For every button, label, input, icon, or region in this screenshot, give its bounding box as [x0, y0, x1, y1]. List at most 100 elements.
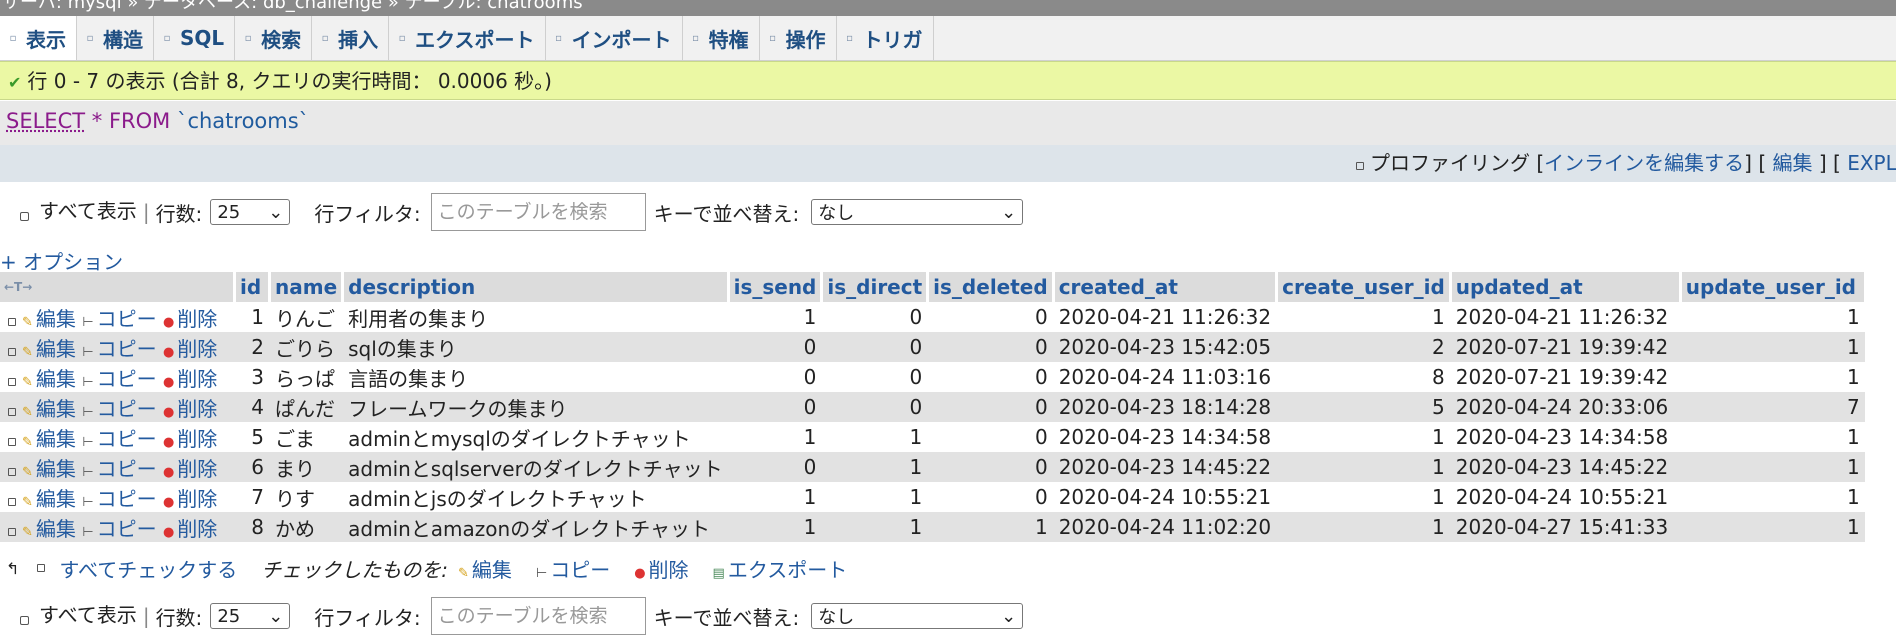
- row-checkbox[interactable]: [8, 407, 16, 416]
- profiling-checkbox[interactable]: [1356, 162, 1364, 170]
- row-copy-button[interactable]: ⊢ コピー: [82, 427, 156, 451]
- cell-create-user-id[interactable]: 1: [1276, 452, 1451, 482]
- cell-updated-at[interactable]: 2020-07-21 19:39:42: [1450, 332, 1681, 362]
- cell-description[interactable]: adminとamazonのダイレクトチャット: [342, 512, 729, 542]
- cell-id[interactable]: 3: [234, 362, 270, 392]
- cell-name[interactable]: かめ: [269, 512, 343, 542]
- cell-update-user-id[interactable]: 7: [1680, 392, 1866, 422]
- cell-updated-at[interactable]: 2020-04-23 14:45:22: [1450, 452, 1681, 482]
- row-delete-button[interactable]: ● 削除: [163, 397, 217, 421]
- cell-description[interactable]: フレームワークの集まり: [342, 392, 729, 422]
- column-header-description[interactable]: description: [342, 272, 730, 302]
- cell-is-send[interactable]: 1: [728, 512, 822, 542]
- cell-is-deleted[interactable]: 0: [927, 482, 1054, 512]
- column-header-create-user-id[interactable]: create_user_id: [1276, 272, 1452, 302]
- cell-description[interactable]: adminとmysqlのダイレクトチャット: [342, 422, 729, 452]
- row-edit-button[interactable]: ✎ 編集: [22, 517, 76, 541]
- cell-is-send[interactable]: 1: [728, 302, 822, 332]
- cell-updated-at[interactable]: 2020-04-23 14:34:58: [1450, 422, 1681, 452]
- column-header-is-deleted[interactable]: is_deleted: [927, 272, 1055, 302]
- row-edit-button[interactable]: ✎ 編集: [22, 427, 76, 451]
- cell-update-user-id[interactable]: 1: [1680, 302, 1866, 332]
- row-checkbox[interactable]: [8, 377, 16, 386]
- rows-per-page-select[interactable]: 25 ⌄: [210, 603, 291, 629]
- tab-operations[interactable]: ▫ 操作: [760, 16, 837, 60]
- cell-name[interactable]: ごま: [269, 422, 343, 452]
- cell-is-send[interactable]: 1: [728, 422, 822, 452]
- cell-description[interactable]: 言語の集まり: [342, 362, 729, 392]
- row-checkbox[interactable]: [8, 497, 16, 506]
- column-header-is-direct[interactable]: is_direct: [821, 272, 930, 302]
- row-copy-button[interactable]: ⊢ コピー: [82, 457, 156, 481]
- column-header-name[interactable]: name: [269, 272, 345, 302]
- row-delete-button[interactable]: ● 削除: [163, 367, 217, 391]
- cell-is-send[interactable]: 0: [728, 392, 822, 422]
- cell-description[interactable]: sqlの集まり: [342, 332, 729, 362]
- show-all-checkbox[interactable]: [20, 211, 29, 221]
- cell-is-send[interactable]: 0: [728, 362, 822, 392]
- cell-create-user-id[interactable]: 5: [1276, 392, 1451, 422]
- column-header-id[interactable]: id: [234, 272, 271, 302]
- sort-key-select[interactable]: なし ⌄: [811, 603, 1024, 629]
- cell-create-user-id[interactable]: 1: [1276, 512, 1451, 542]
- cell-is-deleted[interactable]: 0: [927, 422, 1054, 452]
- cell-update-user-id[interactable]: 1: [1680, 332, 1866, 362]
- cell-is-deleted[interactable]: 0: [927, 452, 1054, 482]
- cell-is-direct[interactable]: 1: [821, 422, 928, 452]
- cell-name[interactable]: りす: [269, 482, 343, 512]
- cell-is-direct[interactable]: 0: [821, 332, 928, 362]
- cell-updated-at[interactable]: 2020-04-27 15:41:33: [1450, 512, 1681, 542]
- row-edit-button[interactable]: ✎ 編集: [22, 457, 76, 481]
- cell-created-at[interactable]: 2020-04-21 11:26:32: [1053, 302, 1277, 332]
- cell-id[interactable]: 4: [234, 392, 270, 422]
- column-header-is-send[interactable]: is_send: [728, 272, 824, 302]
- cell-name[interactable]: ごりら: [269, 332, 343, 362]
- row-delete-button[interactable]: ● 削除: [163, 457, 217, 481]
- tab-structure[interactable]: ▫ 構造: [77, 16, 154, 60]
- rows-per-page-select[interactable]: 25 ⌄: [210, 199, 291, 225]
- edit-sql-link[interactable]: 編集: [1773, 151, 1813, 175]
- bulk-delete-button[interactable]: ● 削除: [634, 554, 688, 583]
- cell-name[interactable]: まり: [269, 452, 343, 482]
- row-checkbox[interactable]: [8, 437, 16, 446]
- cell-is-deleted[interactable]: 0: [927, 332, 1054, 362]
- cell-description[interactable]: adminとjsのダイレクトチャット: [342, 482, 729, 512]
- cell-name[interactable]: りんご: [269, 302, 343, 332]
- cell-name[interactable]: らっぱ: [269, 362, 343, 392]
- row-checkbox[interactable]: [8, 467, 16, 476]
- column-header-update-user-id[interactable]: update_user_id: [1680, 272, 1867, 302]
- row-checkbox[interactable]: [8, 317, 16, 326]
- row-edit-button[interactable]: ✎ 編集: [22, 307, 76, 331]
- tab-privileges[interactable]: ▫ 特権: [683, 16, 760, 60]
- sql-keyword-select[interactable]: SELECT: [6, 109, 85, 133]
- explain-sql-link[interactable]: EXPLAIN SQL: [1847, 151, 1896, 175]
- cell-is-deleted[interactable]: 0: [927, 392, 1054, 422]
- column-header-created-at[interactable]: created_at: [1053, 272, 1279, 302]
- cell-is-send[interactable]: 0: [728, 452, 822, 482]
- cell-create-user-id[interactable]: 8: [1276, 362, 1451, 392]
- cell-create-user-id[interactable]: 1: [1276, 482, 1451, 512]
- cell-updated-at[interactable]: 2020-07-21 19:39:42: [1450, 362, 1681, 392]
- row-copy-button[interactable]: ⊢ コピー: [82, 307, 156, 331]
- cell-name[interactable]: ぱんだ: [269, 392, 343, 422]
- cell-id[interactable]: 7: [234, 482, 270, 512]
- cell-is-direct[interactable]: 1: [821, 482, 928, 512]
- row-copy-button[interactable]: ⊢ コピー: [82, 397, 156, 421]
- row-checkbox[interactable]: [8, 527, 16, 536]
- cell-updated-at[interactable]: 2020-04-24 10:55:21: [1450, 482, 1681, 512]
- cell-is-direct[interactable]: 1: [821, 452, 928, 482]
- cell-update-user-id[interactable]: 1: [1680, 512, 1866, 542]
- row-edit-button[interactable]: ✎ 編集: [22, 367, 76, 391]
- cell-id[interactable]: 2: [234, 332, 270, 362]
- check-all-checkbox[interactable]: [37, 564, 46, 572]
- bulk-edit-button[interactable]: ✎ 編集: [458, 554, 512, 583]
- column-toggle-header[interactable]: ←T→: [0, 272, 236, 302]
- cell-created-at[interactable]: 2020-04-24 11:03:16: [1053, 362, 1277, 392]
- row-copy-button[interactable]: ⊢ コピー: [82, 337, 156, 361]
- cell-created-at[interactable]: 2020-04-23 18:14:28: [1053, 392, 1277, 422]
- tab-export[interactable]: ▫ エクスポート: [389, 16, 546, 60]
- cell-create-user-id[interactable]: 1: [1276, 422, 1451, 452]
- row-copy-button[interactable]: ⊢ コピー: [82, 367, 156, 391]
- cell-updated-at[interactable]: 2020-04-24 20:33:06: [1450, 392, 1681, 422]
- row-filter-input[interactable]: このテーブルを検索: [430, 597, 646, 635]
